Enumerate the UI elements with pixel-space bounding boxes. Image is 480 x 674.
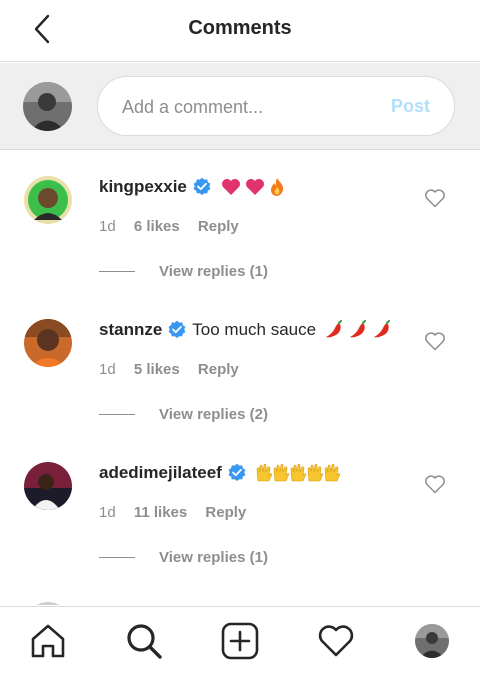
view-replies-label: View replies (2) <box>159 406 268 423</box>
tab-search[interactable] <box>124 621 164 661</box>
search-icon <box>127 624 162 659</box>
like-heart-icon[interactable] <box>424 331 446 351</box>
comment-text: Too much sauce <box>192 320 317 339</box>
commenter-avatar[interactable] <box>24 319 72 367</box>
view-replies-label: View replies (1) <box>159 263 268 280</box>
like-heart-icon[interactable] <box>424 474 446 494</box>
reply-button[interactable]: Reply <box>205 504 246 521</box>
replies-divider <box>99 557 135 558</box>
raised-hands-emoji-icon <box>256 463 273 483</box>
comment-username[interactable]: stannze <box>99 320 162 340</box>
commenter-avatar[interactable] <box>24 462 72 510</box>
replies-divider <box>99 271 135 272</box>
tab-profile[interactable] <box>412 621 452 661</box>
heart-emoji-icon <box>245 178 265 196</box>
comment-composer: Post <box>0 63 480 150</box>
tab-activity[interactable] <box>316 621 356 661</box>
comment-username[interactable]: adedimejilateef <box>99 463 222 483</box>
comment-input-box: Post <box>97 76 455 136</box>
chili-emoji-icon <box>372 320 392 340</box>
bottom-tab-bar <box>0 606 480 674</box>
comment-likes[interactable]: 5 likes <box>134 361 180 378</box>
commenter-avatar[interactable] <box>24 602 72 605</box>
tab-home[interactable] <box>28 621 68 661</box>
verified-badge-icon <box>193 177 211 195</box>
page-title: Comments <box>188 17 292 39</box>
commenter-avatar[interactable] <box>24 176 72 224</box>
view-replies-link[interactable]: View replies (2) <box>99 406 268 423</box>
comment-line: kingpexxie <box>99 177 285 197</box>
top-bar: Comments <box>0 0 480 62</box>
profile-avatar <box>415 624 449 658</box>
home-icon <box>31 624 65 658</box>
view-replies-link[interactable]: View replies (1) <box>99 549 268 566</box>
comment-line: adedimejilateef <box>99 463 341 483</box>
comment-meta: 1d 11 likes Reply <box>99 504 260 521</box>
heart-emoji-icon <box>221 178 241 196</box>
comment-username[interactable]: kingpexxie <box>99 177 187 197</box>
view-replies-link[interactable]: View replies (1) <box>99 263 268 280</box>
comment-item: adedimejilateef 1d 11 likes Reply View r… <box>0 437 480 580</box>
post-button[interactable]: Post <box>391 96 430 117</box>
tab-new-post[interactable] <box>220 621 260 661</box>
verified-badge-icon <box>168 320 186 338</box>
add-post-icon <box>221 622 259 660</box>
comment-likes[interactable]: 11 likes <box>134 504 187 521</box>
comment-item: kingpexxie 1d 6 likes Reply View replies… <box>0 151 480 294</box>
comment-time: 1d <box>99 218 116 235</box>
verified-badge-icon <box>228 463 246 481</box>
comment-meta: 1d 5 likes Reply <box>99 361 253 378</box>
like-heart-icon[interactable] <box>424 188 446 208</box>
replies-divider <box>99 414 135 415</box>
comment-time: 1d <box>99 361 116 378</box>
comment-time: 1d <box>99 504 116 521</box>
activity-heart-icon <box>318 625 354 657</box>
comment-likes[interactable]: 6 likes <box>134 218 180 235</box>
comments-list: kingpexxie 1d 6 likes Reply View replies… <box>0 151 480 605</box>
comment-line: stannze Too much sauce <box>99 320 392 340</box>
raised-hands-emoji-icon <box>273 463 290 483</box>
raised-hands-emoji-icon <box>307 463 324 483</box>
view-replies-label: View replies (1) <box>159 549 268 566</box>
raised-hands-emoji-icon <box>324 463 341 483</box>
comment-item: stannze Too much sauce 1d 5 likes Reply <box>0 294 480 437</box>
fire-emoji-icon <box>269 177 285 197</box>
reply-button[interactable]: Reply <box>198 361 239 378</box>
comment-input[interactable] <box>122 95 372 119</box>
raised-hands-emoji-icon <box>290 463 307 483</box>
reply-button[interactable]: Reply <box>198 218 239 235</box>
my-avatar <box>23 82 72 131</box>
comment-meta: 1d 6 likes Reply <box>99 218 253 235</box>
chili-emoji-icon <box>348 320 368 340</box>
chili-emoji-icon <box>324 320 344 340</box>
